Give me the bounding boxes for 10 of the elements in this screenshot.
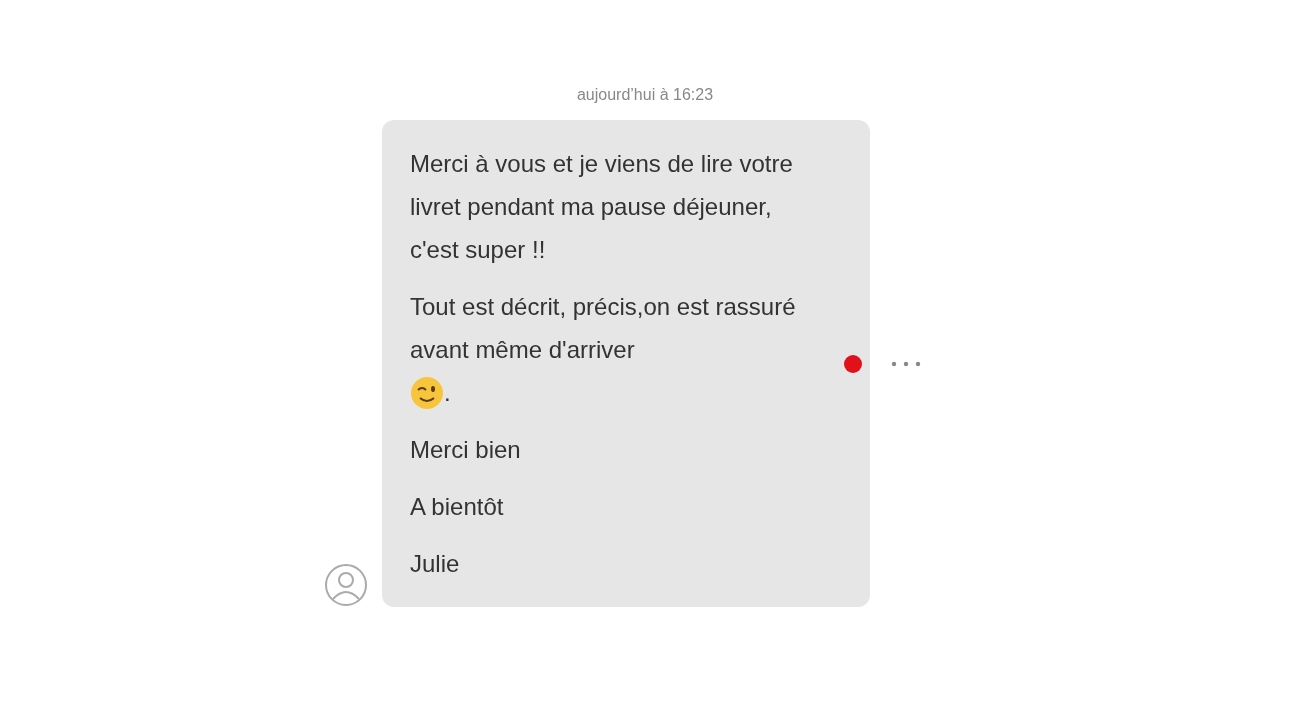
avatar-icon xyxy=(324,563,368,607)
message-timestamp: aujourd’hui à 16:23 xyxy=(575,86,715,104)
message-text: . xyxy=(444,378,451,408)
message-text: A bientôt xyxy=(410,492,505,522)
message-text: Merci bien xyxy=(410,435,522,465)
message-text: Julie xyxy=(410,549,461,579)
message-text: Tout est décrit, précis,on est rassuré avant même d'arriver xyxy=(410,292,797,365)
message-text: Merci à vous et je viens de lire votre livret pendant ma pause déjeuner, c'est super !! xyxy=(410,149,794,265)
more-options-icon[interactable] xyxy=(890,359,922,368)
winking-face-icon xyxy=(410,375,444,410)
